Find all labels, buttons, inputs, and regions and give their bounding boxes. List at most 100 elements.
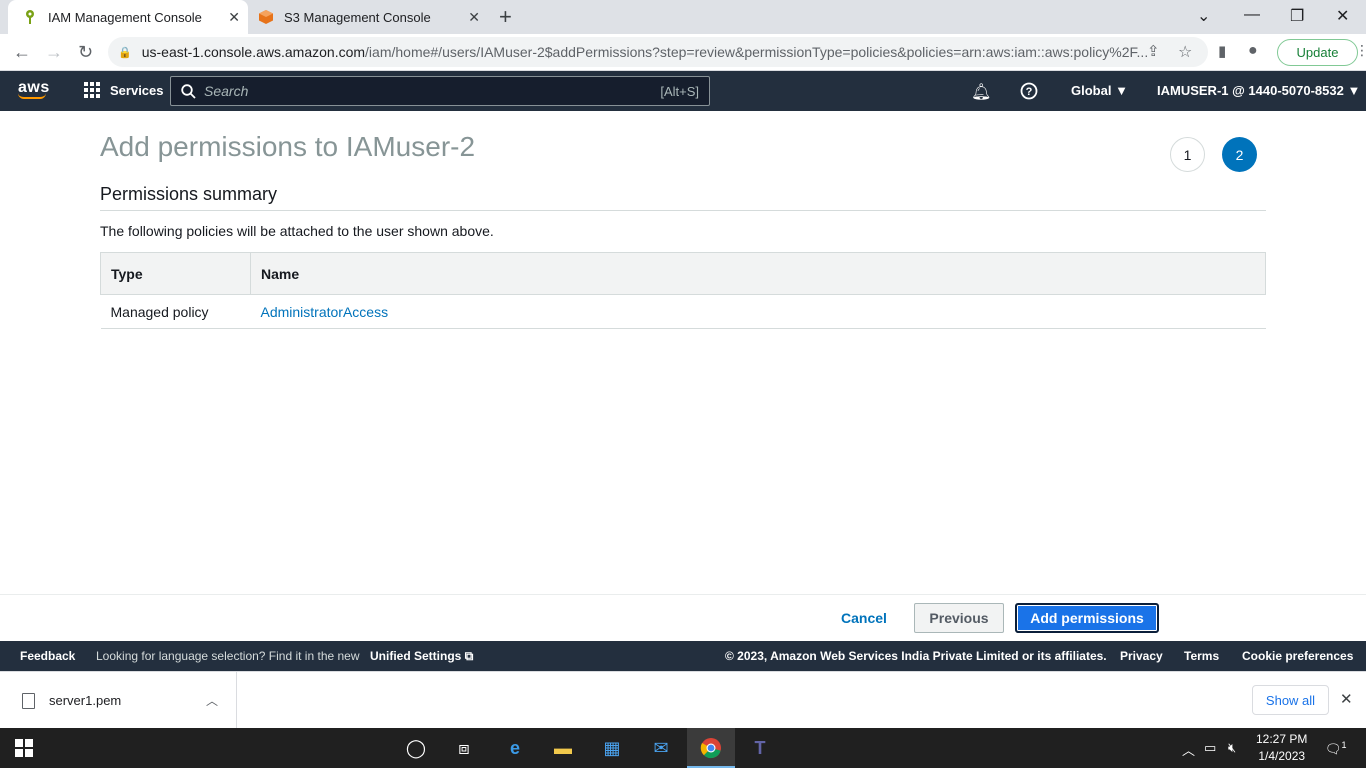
chrome-icon[interactable] (699, 736, 723, 760)
download-filename: server1.pem (49, 693, 122, 708)
iam-key-icon (22, 9, 38, 25)
feedback-link[interactable]: Feedback (20, 649, 75, 663)
windows-start-icon[interactable] (12, 736, 36, 760)
forward-icon[interactable]: → (45, 42, 63, 63)
tab-iam-console[interactable]: IAM Management Console ✕ (8, 0, 248, 34)
address-bar[interactable]: 🔒 us-east-1.console.aws.amazon.com /iam/… (108, 37, 1208, 67)
region-label: Global (1071, 83, 1112, 98)
section-title: Permissions summary (100, 184, 278, 204)
system-clock[interactable]: 12:27 PM 1/4/2023 (1256, 731, 1307, 765)
s3-bucket-icon (258, 9, 274, 25)
services-grid-icon (84, 82, 100, 98)
region-selector[interactable]: Global ▼ (1071, 83, 1128, 98)
page-title: Add permissions to IAMuser-2 (100, 131, 476, 162)
step-indicator-2: 2 (1222, 137, 1257, 172)
aws-top-nav: aws Services Search [Alt+S] 🔔︎ ? Global … (0, 71, 1366, 111)
tab-s3-console[interactable]: S3 Management Console ✕ (248, 0, 488, 34)
search-icon (181, 83, 196, 99)
file-icon (22, 692, 35, 709)
aws-logo[interactable]: aws (18, 79, 50, 99)
close-tab-icon[interactable]: ✕ (468, 9, 480, 26)
aws-footer: Feedback Looking for language selection?… (0, 641, 1366, 671)
cancel-button[interactable]: Cancel (833, 604, 895, 632)
privacy-link[interactable]: Privacy (1120, 649, 1163, 663)
aws-logo-text: aws (18, 79, 50, 96)
svg-text:?: ? (1026, 86, 1033, 98)
table-row: Managed policy AdministratorAccess (100, 294, 1266, 329)
tab-search-chevron-icon[interactable]: ⌄ (1197, 6, 1210, 26)
network-icon[interactable]: ▭ (1204, 740, 1216, 756)
chevron-up-icon[interactable]: ︿ (206, 692, 218, 709)
cookie-preferences-link[interactable]: Cookie preferences (1242, 649, 1353, 663)
bookmark-star-icon[interactable]: ☆ (1178, 42, 1192, 62)
caret-down-icon: ▼ (1347, 83, 1361, 98)
restore-icon[interactable]: ❐ (1290, 6, 1304, 26)
notifications-icon[interactable]: 🗨︎1 (1325, 740, 1347, 757)
reload-icon[interactable]: ↻ (78, 42, 93, 63)
permissions-table: Type Name Managed policy AdministratorAc… (100, 252, 1266, 329)
divider (100, 210, 1266, 211)
tab-title: S3 Management Console (284, 9, 431, 25)
profile-avatar-icon[interactable]: ● (1248, 42, 1258, 60)
url-path: /iam/home#/users/IAMuser-2$addPermission… (365, 44, 1149, 60)
unified-settings-label: Unified Settings (370, 649, 462, 663)
help-icon[interactable]: ? (1020, 82, 1038, 105)
caret-down-icon: ▼ (1115, 83, 1128, 98)
share-icon[interactable]: ⇪ (1147, 42, 1160, 60)
terms-link[interactable]: Terms (1184, 649, 1219, 663)
minimize-icon[interactable]: — (1244, 6, 1260, 24)
mail-icon[interactable]: ✉ (649, 736, 673, 760)
wizard-action-bar: Cancel Previous Add permissions (0, 594, 1366, 641)
copyright-text: © 2023, Amazon Web Services India Privat… (725, 649, 1107, 663)
search-placeholder: Search (204, 83, 249, 99)
language-note: Looking for language selection? Find it … (96, 649, 360, 663)
account-menu[interactable]: IAMUSER-1 @ 1440-5070-8532 ▼ (1157, 83, 1360, 98)
show-all-downloads-button[interactable]: Show all (1252, 685, 1329, 715)
volume-muted-icon[interactable]: 🔇︎ (1228, 740, 1236, 756)
windows-taskbar: ◯ ⧈ e ▬ ▦ ✉ T ︿ ▭ 🔇︎ 12:27 PM 1/4/2023 🗨… (0, 728, 1366, 768)
description-text: The following policies will be attached … (100, 223, 494, 239)
file-explorer-icon[interactable]: ▬ (551, 736, 575, 760)
new-tab-icon[interactable]: + (499, 6, 512, 28)
notifications-bell-icon[interactable]: 🔔︎ (971, 82, 991, 102)
tab-title: IAM Management Console (48, 9, 202, 25)
notification-count: 1 (1341, 740, 1347, 750)
edge-browser-icon[interactable]: e (503, 736, 527, 760)
external-link-icon: ⧉ (464, 649, 474, 663)
close-tab-icon[interactable]: ✕ (228, 9, 240, 26)
task-view-icon[interactable]: ⧈ (452, 736, 476, 760)
step-indicator-1: 1 (1170, 137, 1205, 172)
lock-icon[interactable]: 🔒 (118, 46, 132, 59)
policy-type-cell: Managed policy (100, 294, 251, 329)
unified-settings-link[interactable]: Unified Settings ⧉ (370, 649, 473, 664)
browser-tab-strip: IAM Management Console ✕ S3 Management C… (0, 0, 1366, 34)
policy-link[interactable]: AdministratorAccess (261, 304, 389, 320)
cortana-search-icon[interactable]: ◯ (404, 736, 428, 760)
download-shelf: server1.pem ︿ Show all ✕ (0, 671, 1366, 729)
search-shortcut: [Alt+S] (660, 83, 699, 99)
main-content: Add permissions to IAMuser-2 1 2 Permiss… (0, 111, 1366, 594)
account-label: IAMUSER-1 @ 1440-5070-8532 (1157, 83, 1344, 98)
column-header-type: Type (100, 252, 251, 295)
clock-date: 1/4/2023 (1258, 749, 1306, 763)
microsoft-store-icon[interactable]: ▦ (600, 736, 624, 760)
back-icon[interactable]: ← (13, 42, 31, 63)
show-hidden-icons-chevron-icon[interactable]: ︿ (1182, 740, 1195, 759)
download-item[interactable]: server1.pem ︿ (0, 672, 237, 729)
services-label: Services (110, 82, 164, 98)
policy-name-cell: AdministratorAccess (250, 294, 1266, 329)
aws-search-input[interactable]: Search [Alt+S] (170, 76, 710, 106)
add-permissions-button[interactable]: Add permissions (1015, 603, 1159, 633)
clock-time: 12:27 PM (1256, 732, 1308, 746)
teams-icon[interactable]: T (748, 736, 772, 760)
close-icon[interactable]: ✕ (1340, 690, 1353, 708)
table-header-row: Type Name (100, 252, 1266, 295)
browser-toolbar: ← → ↻ 🔒 us-east-1.console.aws.amazon.com… (0, 34, 1366, 71)
column-header-name: Name (250, 252, 1266, 295)
menu-kebab-icon[interactable]: ⋮ (1355, 42, 1366, 59)
close-window-icon[interactable]: ✕ (1336, 6, 1349, 26)
side-panel-icon[interactable]: ▮ (1218, 42, 1226, 60)
update-button[interactable]: Update (1277, 39, 1358, 66)
services-menu[interactable]: Services (84, 82, 164, 98)
previous-button[interactable]: Previous (914, 603, 1004, 633)
